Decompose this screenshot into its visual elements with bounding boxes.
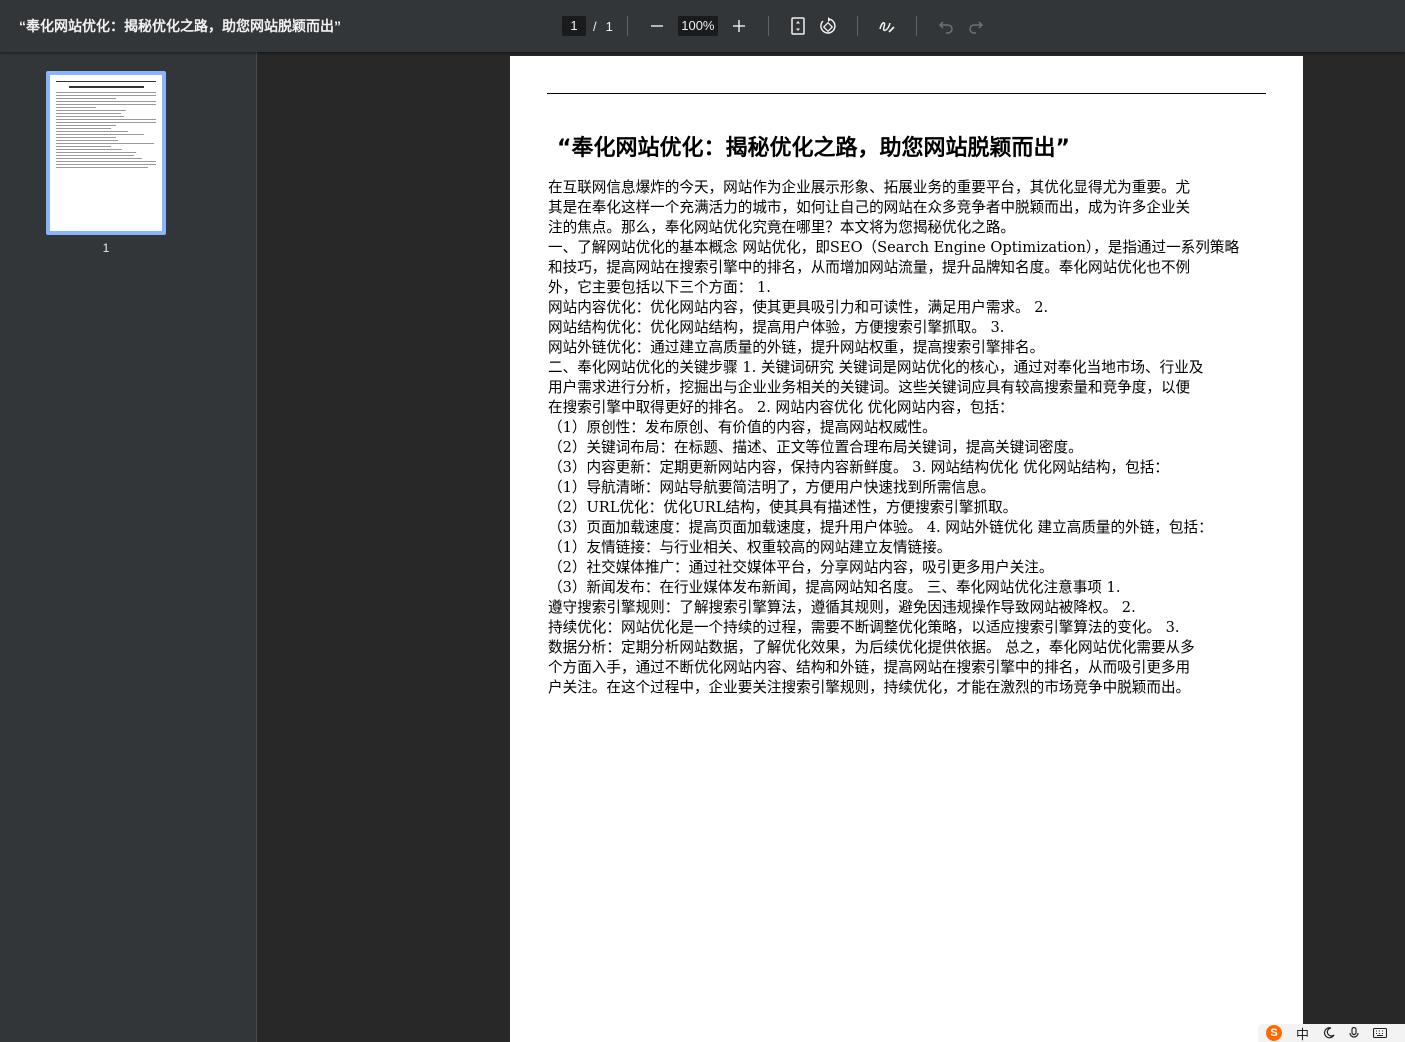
- toolbar-divider: [626, 16, 628, 36]
- body-line: 户关注。在这个过程中，企业要关注搜索引擎规则，持续优化，才能在激烈的市场竞争中脱…: [548, 679, 1191, 696]
- body-line: （3）新闻发布：在行业媒体发布新闻，提高网站知名度。 三、奉化网站优化注意事项 …: [548, 579, 1121, 596]
- body-line: 一、了解网站优化的基本概念 网站优化，即SEO（Search Engine Op…: [548, 239, 1240, 256]
- mic-icon[interactable]: [1349, 1027, 1359, 1039]
- body-line: （2）关键词布局：在标题、描述、正文等位置合理布局关键词，提高关键词密度。: [548, 439, 1083, 456]
- draw-icon: [879, 22, 895, 33]
- document-body: 在互联网信息爆炸的今天，网站作为企业展示形象、拓展业务的重要平台，其优化显得尤为…: [548, 178, 1260, 698]
- plus-icon: [732, 20, 745, 32]
- minus-icon: [650, 25, 663, 27]
- body-line: 外，它主要包括以下三个方面： 1.: [548, 279, 771, 296]
- document-viewer[interactable]: “奉化网站优化：揭秘优化之路，助您网站脱颖而出” 在互联网信息爆炸的今天，网站作…: [258, 52, 1405, 1042]
- body-line: 网站内容优化：优化网站内容，使其更具吸引力和可读性，满足用户需求。 2.: [548, 299, 1049, 316]
- header-rule: [547, 93, 1266, 94]
- document-heading: “奉化网站优化：揭秘优化之路，助您网站脱颖而出”: [557, 136, 1070, 161]
- body-line: （1）导航清晰：网站导航要简洁明了，方便用户快速找到所需信息。: [548, 479, 996, 496]
- toolbar-controls: 1 / 1 100%: [562, 0, 991, 52]
- rotate-icon: [820, 17, 836, 34]
- body-line: 数据分析：定期分析网站数据，了解优化效果，为后续优化提供依据。 总之，奉化网站优…: [548, 639, 1195, 656]
- body-line: （1）原创性：发布原创、有价值的内容，提高网站权威性。: [548, 419, 937, 436]
- rotate-button[interactable]: [813, 11, 843, 41]
- page-separator: /: [593, 18, 597, 34]
- body-line: 注的焦点。那么，奉化网站优化究竟在哪里？本文将为您揭秘优化之路。: [548, 219, 1016, 236]
- document-title: “奉化网站优化：揭秘优化之路，助您网站脱颖而出”: [19, 18, 341, 34]
- zoom-out-button[interactable]: [642, 11, 672, 41]
- body-line: 网站结构优化：优化网站结构，提高用户体验，方便搜索引擎抓取。 3.: [548, 319, 1005, 336]
- body-line: （1）友情链接：与行业相关、权重较高的网站建立友情链接。: [548, 539, 952, 556]
- page-thumbnail[interactable]: [46, 71, 166, 235]
- body-line: （3）内容更新：定期更新网站内容，保持内容新鲜度。 3. 网站结构优化 优化网站…: [548, 459, 1169, 476]
- ime-language-indicator[interactable]: 中: [1296, 1024, 1309, 1042]
- toolbar-divider: [915, 16, 917, 36]
- body-line: 网站外链优化：通过建立高质量的外链，提升网站权重，提高搜索引擎排名。: [548, 339, 1045, 356]
- body-line: 用户需求进行分析，挖掘出与企业业务相关的关键词。这些关键词应具有较高搜索量和竞争…: [548, 379, 1191, 396]
- body-line: 个方面入手，通过不断优化网站内容、结构和外链，提高网站在搜索引擎中的排名，从而吸…: [548, 659, 1191, 676]
- fit-to-page-button[interactable]: [783, 11, 813, 41]
- pdf-toolbar: “奉化网站优化：揭秘优化之路，助您网站脱颖而出” 1 / 1 100%: [0, 0, 1405, 52]
- toolbar-divider: [856, 16, 858, 36]
- moon-icon[interactable]: [1323, 1027, 1335, 1039]
- thumbnail-preview: [56, 81, 156, 170]
- zoom-level-input[interactable]: 100%: [677, 16, 718, 36]
- fit-page-icon: [791, 17, 805, 35]
- body-line: （3）页面加载速度：提高页面加载速度，提升用户体验。 4. 网站外链优化 建立高…: [548, 519, 1213, 536]
- ime-logo[interactable]: S: [1266, 1025, 1282, 1041]
- thumbnail-page-label: 1: [102, 241, 110, 255]
- body-line: （2）URL优化：优化URL结构，使其具有描述性，方便搜索引擎抓取。: [548, 499, 1018, 516]
- keyboard-icon[interactable]: [1373, 1027, 1388, 1039]
- undo-icon: [938, 21, 953, 34]
- zoom-in-button[interactable]: [724, 11, 754, 41]
- draw-button[interactable]: [872, 11, 902, 41]
- redo-icon: [969, 21, 983, 34]
- body-line: 其是在奉化这样一个充满活力的城市，如何让自己的网站在众多竞争者中脱颖而出，成为许…: [548, 199, 1191, 216]
- undo-button[interactable]: [931, 11, 961, 41]
- thumbnail-sidebar: 1: [0, 52, 257, 1042]
- page-total: 1: [605, 18, 613, 34]
- body-line: 和技巧，提高网站在搜索引擎中的排名，从而增加网站流量，提升品牌知名度。奉化网站优…: [548, 259, 1191, 276]
- body-line: 在互联网信息爆炸的今天，网站作为企业展示形象、拓展业务的重要平台，其优化显得尤为…: [548, 179, 1191, 196]
- body-line: （2）社交媒体推广：通过社交媒体平台，分享网站内容，吸引更多用户关注。: [548, 559, 1054, 576]
- toolbar-divider: [767, 16, 769, 36]
- body-line: 二、奉化网站优化的关键步骤 1. 关键词研究 关键词是网站优化的核心，通过对奉化…: [548, 359, 1204, 376]
- page-number-input[interactable]: 1: [562, 16, 586, 36]
- body-line: 在搜索引擎中取得更好的排名。 2. 网站内容优化 优化网站内容，包括：: [548, 399, 1014, 416]
- pdf-page: “奉化网站优化：揭秘优化之路，助您网站脱颖而出” 在互联网信息爆炸的今天，网站作…: [510, 56, 1303, 1042]
- body-line: 持续优化：网站优化是一个持续的过程，需要不断调整优化策略，以适应搜索引擎算法的变…: [548, 619, 1180, 636]
- body-line: 遵守搜索引擎规则：了解搜索引擎算法，遵循其规则，避免因违规操作导致网站被降权。 …: [548, 599, 1136, 616]
- ime-toolbar[interactable]: S 中: [1258, 1024, 1405, 1042]
- redo-button[interactable]: [961, 11, 991, 41]
